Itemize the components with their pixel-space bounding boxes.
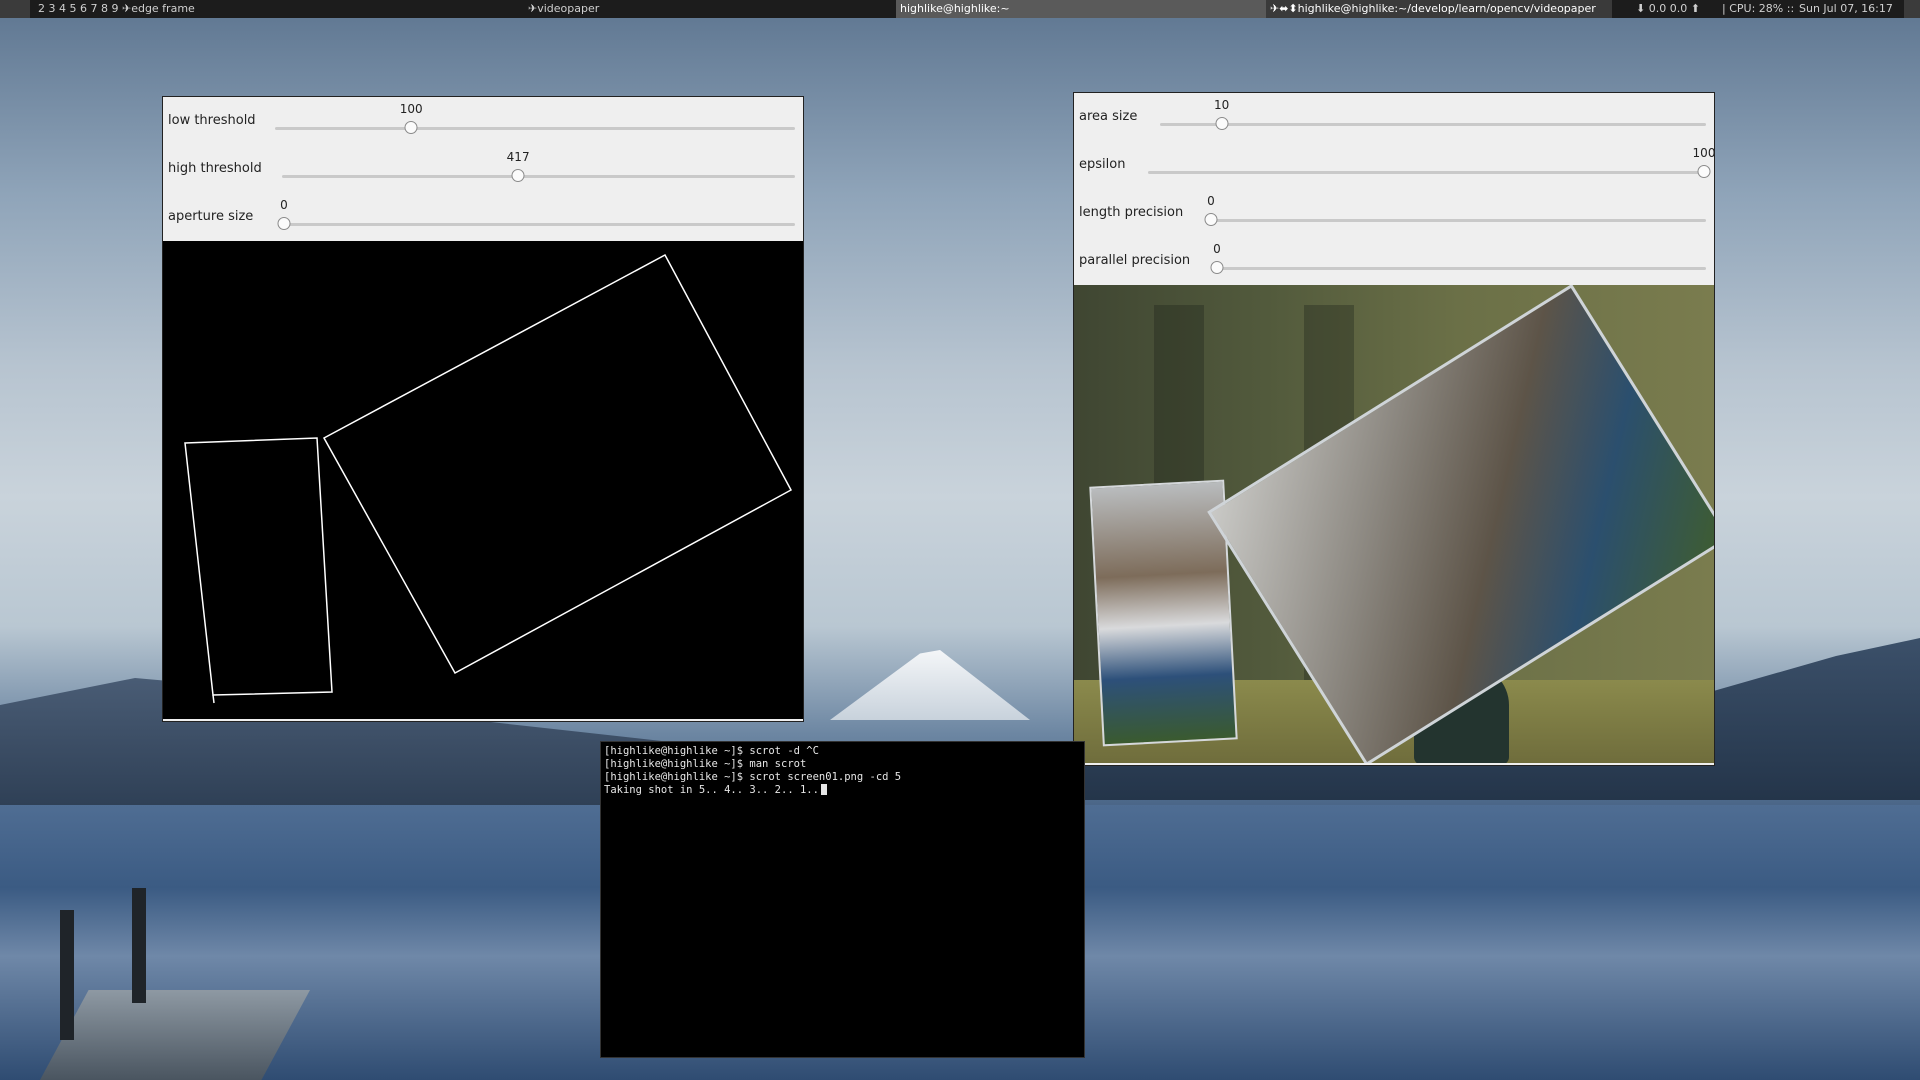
terminal-line: [highlike@highlike ~]$ man scrot	[604, 758, 807, 770]
trackbar-rail[interactable]	[275, 127, 795, 130]
terminal-line: [highlike@highlike ~]$ scrot -d ^C	[604, 745, 819, 757]
trackbar-area-size[interactable]: area size 10	[1074, 93, 1714, 141]
trackbar-knob[interactable]	[1215, 117, 1229, 130]
trackbar-rail[interactable]	[1148, 171, 1706, 174]
trackbar-knob[interactable]	[511, 169, 525, 182]
edge-frame-window: low threshold 100 high threshold 417 ape…	[162, 96, 804, 722]
download-arrow-icon: ⬇	[1636, 2, 1646, 15]
trackbar-parallel-precision[interactable]: parallel precision 0	[1074, 237, 1714, 285]
upload-arrow-icon: ⬆	[1690, 2, 1700, 15]
trackbar-high-threshold[interactable]: high threshold 417	[163, 145, 803, 193]
cpu-monitor: | CPU: 28% ::	[1722, 2, 1795, 15]
trackbar-epsilon[interactable]: epsilon 100	[1074, 141, 1716, 189]
trackbar-knob[interactable]	[1210, 261, 1224, 274]
terminal-window[interactable]: [highlike@highlike ~]$ scrot -d ^C [high…	[600, 741, 1085, 1058]
taskbar-window-terminal-opencv[interactable]: ✈⬌⬍highlike@highlike:~/develop/learn/ope…	[1266, 0, 1612, 18]
edge-quad-large	[322, 253, 793, 675]
active-workspace-name: edge frame	[131, 2, 195, 15]
terminal-cursor	[820, 784, 827, 795]
edge-stray-line	[212, 694, 215, 704]
video-output-canvas	[1074, 285, 1714, 763]
trackbar-rail[interactable]	[282, 223, 795, 226]
taskbar-window-terminal[interactable]: highlike@highlike:~	[896, 0, 1266, 18]
trackbar-knob[interactable]	[277, 217, 291, 230]
trackbar-knob[interactable]	[1697, 165, 1711, 178]
top-panel: 2 3 4 5 6 7 8 9 ✈edge frame ✈videopaper …	[0, 0, 1920, 18]
trackbar-value: 0	[280, 198, 288, 212]
trackbar-low-threshold[interactable]: low threshold 100	[163, 97, 803, 145]
edge-output-canvas	[163, 241, 803, 719]
trackbar-value: 0	[1213, 242, 1221, 256]
wallpaper-dock-post	[60, 910, 74, 1040]
wallpaper-snow-peak	[830, 650, 1030, 720]
trackbar-knob[interactable]	[404, 121, 418, 134]
trackbar-rail[interactable]	[1215, 267, 1706, 270]
trackbar-length-precision[interactable]: length precision 0	[1074, 189, 1714, 237]
edge-lines	[184, 253, 793, 704]
trackbar-aperture-size[interactable]: aperture size 0	[163, 193, 803, 241]
trackbar-value: 100	[1692, 146, 1716, 160]
tray-area[interactable]	[1904, 0, 1920, 18]
network-monitor: ⬇ 0.0 0.0 ⬆	[1636, 2, 1700, 15]
trackbar-value: 100	[399, 102, 423, 116]
trackbar-rail[interactable]	[1209, 219, 1706, 222]
trackbar-value: 0	[1207, 194, 1215, 208]
clock: Sun Jul 07, 16:17	[1799, 2, 1893, 15]
plane-icon: ✈⬌⬍	[1270, 2, 1298, 15]
taskbar-window-videopaper[interactable]: ✈videopaper	[528, 0, 599, 18]
trackbar-rail[interactable]	[1160, 123, 1706, 126]
workspace-switcher[interactable]: 2 3 4 5 6 7 8 9 ✈edge frame	[38, 0, 195, 18]
terminal-current-line: Taking shot in 5.. 4.. 3.. 2.. 1..	[604, 784, 1081, 797]
trackbar-knob[interactable]	[1204, 213, 1218, 226]
plane-icon: ✈	[528, 2, 538, 15]
trackbar-value: 417	[506, 150, 530, 164]
wallpaper-dock-post	[132, 888, 146, 1003]
trackbar-rail[interactable]	[282, 175, 795, 178]
workspace-numbers[interactable]: 2 3 4 5 6 7 8 9	[38, 2, 118, 15]
trackbar-value: 10	[1213, 98, 1230, 112]
plane-icon: ✈	[121, 2, 132, 15]
terminal-line: [highlike@highlike ~]$ scrot screen01.pn…	[604, 771, 902, 783]
edge-quad-small	[184, 437, 333, 696]
workspace-1-indicator[interactable]	[0, 0, 30, 18]
videopaper-window: area size 10 epsilon 100 length precisio…	[1073, 92, 1715, 766]
